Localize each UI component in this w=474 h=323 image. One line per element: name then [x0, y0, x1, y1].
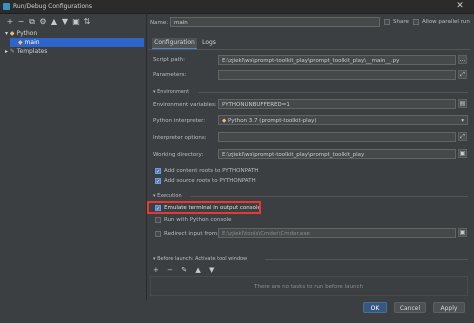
env-vars-field[interactable]: PYTHONUNBUFFERED=1: [218, 99, 456, 109]
window-title: Run/Debug Configurations: [13, 3, 92, 10]
tree-item-main-label: main: [24, 39, 40, 46]
script-path-label: Script path:: [153, 57, 186, 63]
add-source-roots-checkbox[interactable]: ✓: [155, 178, 161, 185]
edit-env-vars-button[interactable]: ▤: [458, 99, 467, 108]
ok-button[interactable]: OK: [363, 302, 387, 313]
add-content-roots-checkbox[interactable]: ✓: [155, 168, 161, 175]
environment-section-label: Environment: [157, 89, 190, 95]
interp-options-field[interactable]: [218, 132, 456, 142]
interp-options-label: Interpreter options:: [153, 135, 207, 141]
before-launch-toolbar: + − ✎ ▲ ▼: [153, 266, 214, 274]
execution-section-label: Execution: [157, 193, 182, 199]
remove-task-icon[interactable]: −: [167, 266, 173, 274]
move-up-icon[interactable]: ▲: [50, 18, 58, 26]
section-collapse-icon[interactable]: ▾: [153, 193, 156, 199]
highlight-box: [147, 201, 261, 214]
environment-section: ▾ Environment: [153, 89, 189, 95]
section-collapse-icon[interactable]: ▾: [153, 89, 156, 95]
tree-item-main-row[interactable]: ◆ main: [18, 38, 40, 47]
chevron-down-icon: ▾: [461, 118, 464, 124]
folder-icon[interactable]: ▣: [72, 18, 80, 26]
checkmark-icon: ✓: [156, 169, 161, 175]
env-vars-label: Environment variables:: [153, 102, 217, 108]
close-icon[interactable]: ✕: [450, 1, 470, 12]
before-launch-label: Before launch: Activate tool window: [157, 256, 248, 262]
python-icon: ◆: [9, 30, 15, 37]
wrench-icon: ✎: [9, 48, 15, 55]
python-file-icon: ◆: [18, 39, 23, 46]
execution-section: ▾ Execution: [153, 193, 182, 199]
edit-task-icon[interactable]: ✎: [181, 266, 187, 274]
browse-redirect-button[interactable]: ▣: [458, 228, 467, 237]
app-icon: [3, 3, 10, 10]
script-path-field[interactable]: E:\zjiekl\ws\prompt-toolkit_play\prompt_…: [218, 55, 456, 65]
browse-working-dir-button[interactable]: ▣: [458, 149, 467, 158]
panel-separator: [146, 13, 147, 300]
before-launch-divider: [265, 259, 468, 260]
tab-logs[interactable]: Logs: [199, 38, 219, 48]
share-label: Share: [393, 19, 409, 25]
tab-bar: Configuration Logs: [148, 38, 470, 50]
redirect-input-checkbox[interactable]: [155, 231, 161, 237]
remove-icon[interactable]: −: [17, 18, 25, 26]
run-with-console-checkbox[interactable]: [155, 217, 161, 223]
browse-script-button[interactable]: …: [458, 55, 467, 64]
working-dir-label: Working directory:: [153, 152, 204, 158]
tree-item-templates[interactable]: ▸ ✎ Templates: [5, 47, 47, 56]
redirect-input-label: Redirect input from:: [164, 231, 219, 237]
before-launch-empty-text: There are no tasks to run before launch: [254, 284, 364, 290]
interpreter-label: Python interpreter:: [153, 118, 206, 124]
move-task-down-icon[interactable]: ▼: [209, 266, 214, 274]
share-checkbox[interactable]: [384, 19, 390, 25]
before-launch-section: ▾ Before launch: Activate tool window: [153, 256, 247, 262]
sort-icon[interactable]: ⇅: [83, 18, 91, 26]
add-icon[interactable]: +: [6, 18, 14, 26]
environment-divider: [198, 92, 468, 93]
name-label: Name:: [150, 20, 169, 26]
move-down-icon[interactable]: ▼: [61, 18, 69, 26]
python-icon: ◆: [222, 118, 227, 124]
working-dir-field[interactable]: E:\zjiekl\ws\prompt-toolkit_play\prompt_…: [218, 149, 456, 159]
apply-button[interactable]: Apply: [433, 302, 465, 313]
checkmark-icon: ✓: [156, 179, 161, 185]
tree-item-python-label: Python: [16, 30, 38, 37]
configurations-tree: [5, 28, 145, 300]
move-task-up-icon[interactable]: ▲: [195, 266, 200, 274]
add-task-icon[interactable]: +: [153, 266, 159, 274]
interpreter-select[interactable]: ◆ Python 3.7 (prompt-toolkit-play) ▾: [218, 115, 468, 125]
tab-underline: [148, 49, 470, 50]
tree-item-python[interactable]: ▾ ◆ Python: [5, 29, 37, 38]
parameters-field[interactable]: [218, 70, 456, 80]
copy-icon[interactable]: ⧉: [28, 18, 36, 26]
add-source-roots-label: Add source roots to PYTHONPATH: [164, 178, 256, 184]
parameters-label: Parameters:: [153, 72, 187, 78]
allow-parallel-checkbox[interactable]: [413, 19, 419, 25]
name-field[interactable]: main: [170, 17, 380, 27]
settings-icon[interactable]: ⚙: [39, 18, 47, 26]
interpreter-value: Python 3.7 (prompt-toolkit-play): [227, 118, 317, 124]
expand-interp-options-button[interactable]: ⤢: [458, 132, 467, 141]
tree-item-templates-label: Templates: [16, 48, 48, 55]
redirect-input-field[interactable]: E:\zjiekl\tools\Cmder\Cmder.exe: [218, 228, 456, 238]
run-with-console-label: Run with Python console: [164, 217, 232, 223]
cancel-button[interactable]: Cancel: [394, 302, 426, 313]
allow-parallel-label: Allow parallel run: [422, 19, 470, 25]
expand-parameters-button[interactable]: ⤢: [458, 70, 467, 79]
execution-divider: [190, 196, 468, 197]
add-content-roots-label: Add content roots to PYTHONPATH: [164, 168, 259, 174]
section-collapse-icon[interactable]: ▾: [153, 256, 156, 262]
title-bar: Run/Debug Configurations ✕: [0, 0, 474, 14]
